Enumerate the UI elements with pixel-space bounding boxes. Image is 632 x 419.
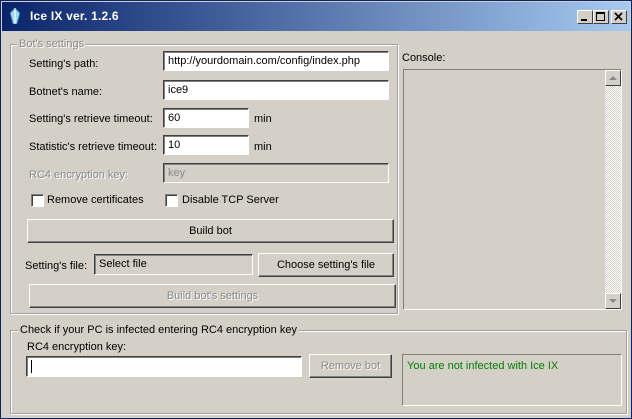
window-title: Ice IX ver. 1.2.6 bbox=[30, 9, 119, 23]
scroll-up-icon bbox=[609, 75, 617, 80]
statistic-timeout-unit: min bbox=[254, 141, 272, 153]
close-button[interactable] bbox=[611, 10, 627, 24]
main-window: Ice IX ver. 1.2.6 Bot's settings Setting… bbox=[0, 0, 632, 419]
console-label: Console: bbox=[402, 52, 446, 64]
remove-certificates-label[interactable]: Remove certificates bbox=[47, 194, 144, 206]
botnet-name-label: Botnet's name: bbox=[29, 86, 103, 98]
settings-file-field: Select file bbox=[94, 254, 253, 275]
scroll-down-icon bbox=[609, 298, 617, 303]
statistic-timeout-input[interactable]: 10 bbox=[163, 135, 249, 155]
build-bot-button[interactable]: Build bot bbox=[27, 219, 394, 243]
maximize-button[interactable] bbox=[593, 10, 609, 24]
settings-path-label: Setting's path: bbox=[29, 58, 99, 70]
app-crystal-icon bbox=[10, 8, 20, 24]
choose-settings-file-button[interactable]: Choose setting's file bbox=[258, 253, 394, 277]
rc4-key-label: RC4 encryption key: bbox=[29, 169, 129, 181]
botnet-name-input[interactable]: ice9 bbox=[163, 80, 389, 100]
infection-rc4-key-label: RC4 encryption key: bbox=[27, 341, 127, 353]
title-bar[interactable]: Ice IX ver. 1.2.6 bbox=[2, 2, 630, 31]
disable-tcp-checkbox[interactable] bbox=[165, 194, 178, 207]
close-icon bbox=[614, 12, 623, 21]
settings-file-label: Setting's file: bbox=[25, 260, 88, 272]
remove-certificates-checkbox[interactable] bbox=[31, 194, 44, 207]
console-output[interactable] bbox=[403, 69, 622, 310]
console-scrollbar[interactable] bbox=[605, 70, 621, 309]
scroll-down-button[interactable] bbox=[605, 293, 621, 309]
minimize-icon bbox=[581, 19, 587, 21]
rc4-key-input: key bbox=[163, 163, 389, 183]
infection-status: You are not infected with Ice IX bbox=[402, 354, 622, 406]
disable-tcp-label[interactable]: Disable TCP Server bbox=[182, 194, 279, 206]
infection-rc4-key-input[interactable] bbox=[26, 356, 302, 377]
statistic-timeout-label: Statistic's retrieve timeout: bbox=[29, 141, 158, 153]
text-cursor bbox=[31, 360, 32, 373]
minimize-button[interactable] bbox=[577, 10, 593, 24]
scroll-up-button[interactable] bbox=[605, 70, 621, 86]
build-bots-settings-button: Build bot's settings bbox=[29, 284, 396, 308]
settings-timeout-unit: min bbox=[254, 113, 272, 125]
bots-settings-legend: Bot's settings bbox=[17, 38, 87, 50]
settings-timeout-input[interactable]: 60 bbox=[163, 108, 249, 128]
settings-timeout-label: Setting's retrieve timeout: bbox=[29, 113, 153, 125]
remove-bot-button: Remove bot bbox=[309, 354, 392, 378]
infection-check-legend: Check if your PC is infected entering RC… bbox=[18, 324, 299, 336]
settings-path-input[interactable]: http://yourdomain.com/config/index.php bbox=[163, 51, 389, 71]
maximize-icon bbox=[596, 12, 605, 21]
